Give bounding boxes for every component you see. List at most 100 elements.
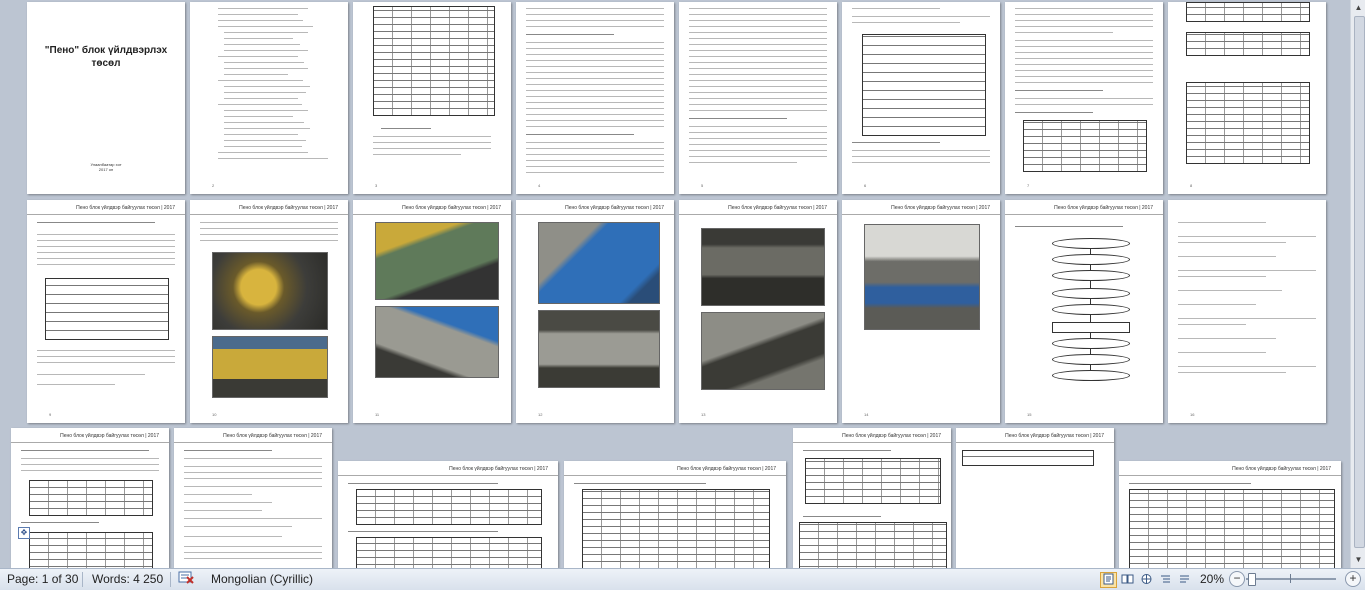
zoom-out-icon[interactable]: − <box>1229 571 1245 587</box>
draft-icon[interactable] <box>1176 572 1193 588</box>
outline-icon[interactable] <box>1157 572 1174 588</box>
page-photos-generator[interactable]: Пено блок үйлдвэр байгуулах төсөл | 2017… <box>190 200 348 423</box>
flow-connector <box>1090 364 1091 370</box>
photo-equipment <box>212 252 328 330</box>
cover-footer-year: 2017 он <box>98 167 114 172</box>
page-header: Пено блок үйлдвэр байгуулах төсөл | 2017 <box>76 205 175 211</box>
page-header: Пено блок үйлдвэр байгуулах төсөл | 2017 <box>449 466 548 472</box>
page-photos-mixer[interactable]: Пено блок үйлдвэр байгуулах төсөл | 2017… <box>516 200 674 423</box>
page-header: Пено блок үйлдвэр байгуулах төсөл | 2017 <box>402 205 501 211</box>
photo-workshop <box>864 224 980 330</box>
page-row3-5[interactable]: Пено блок үйлдвэр байгуулах төсөл | 2017 <box>793 428 951 568</box>
page-finance-tables[interactable]: 8 <box>1168 2 1326 194</box>
page-photos-compressor[interactable]: Пено блок үйлдвэр байгуулах төсөл | 2017… <box>353 200 511 423</box>
cover-title: "Пено" блок үйлдвэрлэх төсөл <box>27 44 185 70</box>
vertical-scrollbar[interactable]: ▲ ▼ <box>1350 0 1365 568</box>
flow-connector <box>1090 264 1091 270</box>
page-list[interactable]: 16 <box>1168 200 1326 423</box>
page-row3-3[interactable]: Пено блок үйлдвэр байгуулах төсөл | 2017 <box>338 461 558 568</box>
flow-node <box>1052 304 1130 315</box>
flow-node <box>1052 238 1130 249</box>
page-number: 16 <box>1190 412 1195 417</box>
page-number: 9 <box>49 412 52 417</box>
zoom-slider[interactable] <box>1246 578 1336 580</box>
photo-equipment <box>538 310 660 388</box>
flow-connector <box>1090 248 1091 254</box>
flow-connector <box>1090 332 1091 338</box>
web-layout-icon[interactable] <box>1138 572 1155 588</box>
page-photo-workshop[interactable]: Пено блок үйлдвэр байгуулах төсөл | 2017… <box>842 200 1000 423</box>
cover-title-line-2: төсөл <box>91 58 121 69</box>
page-number: 15 <box>1027 412 1032 417</box>
page-header: Пено блок үйлдвэр байгуулах төсөл | 2017 <box>223 433 322 439</box>
flow-node <box>1052 270 1130 281</box>
page-number: 13 <box>701 412 706 417</box>
proofing-check-icon[interactable] <box>178 570 196 586</box>
page-number: 8 <box>1190 183 1193 188</box>
page-cover[interactable]: "Пено" блок үйлдвэрлэх төсөл Улаанбаатар… <box>27 2 185 194</box>
page-toc[interactable]: 2 <box>190 2 348 194</box>
page-number: 2 <box>212 183 215 188</box>
document-workspace[interactable]: "Пено" блок үйлдвэрлэх төсөл Улаанбаатар… <box>0 0 1350 568</box>
page-number: 3 <box>375 183 378 188</box>
photo-equipment <box>538 222 660 304</box>
page-row3-6[interactable]: Пено блок үйлдвэр байгуулах төсөл | 2017 <box>956 428 1114 568</box>
flow-node <box>1052 322 1130 333</box>
photo-equipment <box>212 336 328 398</box>
cover-footer: Улаанбаатар хот 2017 он <box>27 162 185 172</box>
page-header: Пено блок үйлдвэр байгуулах төсөл | 2017 <box>891 205 990 211</box>
language-status[interactable]: Mongolian (Cyrillic) <box>211 572 313 586</box>
page-header: Пено блок үйлдвэр байгуулах төсөл | 2017 <box>1005 433 1104 439</box>
photo-equipment <box>375 222 499 300</box>
page-count-status[interactable]: Page: 1 of 30 <box>7 572 78 586</box>
page-row3-1[interactable]: Пено блок үйлдвэр байгуулах төсөл | 2017 <box>11 428 169 568</box>
flow-node <box>1052 288 1130 299</box>
page-summary-table[interactable]: 3 <box>353 2 511 194</box>
flow-node <box>1052 370 1130 381</box>
flow-connector <box>1090 348 1091 354</box>
scroll-down-icon[interactable]: ▼ <box>1352 553 1365 566</box>
flow-connector <box>1090 280 1091 288</box>
flow-node <box>1052 254 1130 265</box>
cover-title-line-1: "Пено" блок үйлдвэрлэх <box>44 45 168 56</box>
print-layout-icon[interactable] <box>1100 572 1117 588</box>
flow-connector <box>1090 298 1091 304</box>
photo-molds <box>701 312 825 390</box>
page-number: 14 <box>864 412 869 417</box>
status-bar: Page: 1 of 30 Words: 4 250 Mongolian (Cy… <box>0 568 1365 590</box>
page-swot-table[interactable]: 6 <box>842 2 1000 194</box>
page-header: Пено блок үйлдвэр байгуулах төсөл | 2017 <box>60 433 159 439</box>
page-cost-table[interactable]: 7 <box>1005 2 1163 194</box>
page-header: Пено блок үйлдвэр байгуулах төсөл | 2017 <box>677 466 776 472</box>
page-header: Пено блок үйлдвэр байгуулах төсөл | 2017 <box>728 205 827 211</box>
zoom-slider-thumb[interactable] <box>1248 573 1256 586</box>
page-number: 12 <box>538 412 543 417</box>
scroll-thumb[interactable] <box>1354 16 1365 548</box>
full-screen-reading-icon[interactable] <box>1119 572 1136 588</box>
page-text-5[interactable]: 5 <box>679 2 837 194</box>
zoom-level[interactable]: 20% <box>1200 572 1224 586</box>
word-count-status[interactable]: Words: 4 250 <box>92 572 163 586</box>
page-header: Пено блок үйлдвэр байгуулах төсөл | 2017 <box>565 205 664 211</box>
page-header: Пено блок үйлдвэр байгуулах төсөл | 2017 <box>842 433 941 439</box>
flow-node <box>1052 338 1130 349</box>
page-tech-text[interactable]: Пено блок үйлдвэр байгуулах төсөл | 2017… <box>27 200 185 423</box>
page-text-4[interactable]: 4 <box>516 2 674 194</box>
page-number: 4 <box>538 183 541 188</box>
flow-node <box>1052 354 1130 365</box>
page-photos-molds[interactable]: Пено блок үйлдвэр байгуулах төсөл | 2017… <box>679 200 837 423</box>
page-header: Пено блок үйлдвэр байгуулах төсөл | 2017 <box>1054 205 1153 211</box>
page-row3-4[interactable]: Пено блок үйлдвэр байгуулах төсөл | 2017 <box>564 461 786 568</box>
page-row3-7[interactable]: Пено блок үйлдвэр байгуулах төсөл | 2017 <box>1119 461 1341 568</box>
page-header: Пено блок үйлдвэр байгуулах төсөл | 2017 <box>239 205 338 211</box>
table-move-handle-icon[interactable]: ✥ <box>18 527 30 539</box>
photo-molds <box>701 228 825 306</box>
page-number: 11 <box>375 412 380 417</box>
zoom-slider-center-tick <box>1290 574 1291 583</box>
photo-equipment <box>375 306 499 378</box>
page-header: Пено блок үйлдвэр байгуулах төсөл | 2017 <box>1232 466 1331 472</box>
page-number: 6 <box>864 183 867 188</box>
zoom-in-icon[interactable]: + <box>1345 571 1361 587</box>
page-row3-2[interactable]: Пено блок үйлдвэр байгуулах төсөл | 2017 <box>174 428 332 568</box>
scroll-up-icon[interactable]: ▲ <box>1352 1 1365 14</box>
